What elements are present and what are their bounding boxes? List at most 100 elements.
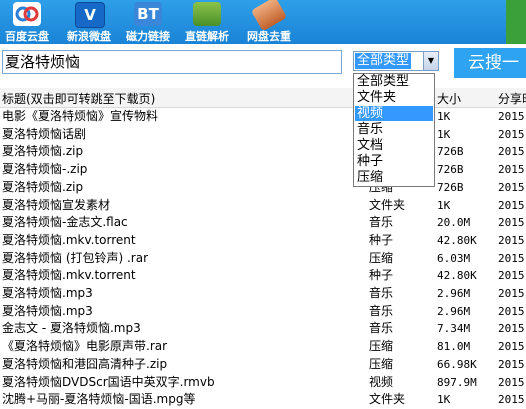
cell-type: 压缩 [369, 356, 394, 371]
toolbar-label: 网盘去重 [247, 30, 291, 43]
cell-size: 1K [437, 127, 451, 141]
bt-magnet-icon: BT [134, 2, 162, 26]
cell-title: 夏洛特烦恼.mkv.torrent [2, 268, 136, 283]
cell-type: 压缩 [369, 339, 394, 354]
toolbar-label: 百度云盘 [5, 30, 49, 43]
cell-date: 2015- [498, 375, 526, 389]
corner-leaf-icon [506, 0, 526, 44]
toolbar-label: 磁力链接 [126, 30, 170, 43]
table-row[interactable]: 夏洛特烦恼.zip压缩726B2015- [0, 143, 526, 161]
cell-size: 66.98K [437, 357, 477, 371]
table-header: 标题(双击即可转跳至下载页) 类型 大小 分享时间 [0, 88, 526, 108]
cell-date: 2015- [498, 304, 526, 318]
cell-type: 文件夹 [369, 197, 406, 212]
table-row[interactable]: 电影《夏洛特烦恼》宣传物料文件夹1K2015- [0, 108, 526, 126]
toolbar-direct-link[interactable]: 直链解析 [180, 0, 234, 44]
cell-type: 音乐 [369, 321, 394, 336]
cell-title: 夏洛特烦恼和港囧高清种子.zip [2, 356, 168, 371]
cell-title: 夏洛特烦恼-.zip [2, 162, 88, 177]
table-row[interactable]: 夏洛特烦恼宣发素材 文件夹 1K 2015- [0, 197, 526, 215]
table-row[interactable]: 夏洛特烦恼DVDScr国语中英双字.rmvb 视频 897.9M 2015- [0, 374, 526, 392]
cell-size: 1K [437, 393, 451, 407]
baidu-cloud-icon [13, 2, 41, 26]
toolbar-baidu-cloud[interactable]: 百度云盘 [0, 0, 54, 44]
cell-title: 夏洛特烦恼DVDScr国语中英双字.rmvb [2, 374, 215, 389]
toolbar-dedupe[interactable]: 网盘去重 [239, 0, 299, 44]
sina-vdisk-icon: V [75, 2, 105, 28]
cell-date: 2015- [498, 198, 526, 212]
table-row[interactable]: 夏洛特烦恼.zip压缩726B2015- [0, 179, 526, 197]
cell-title: 夏洛特烦恼 (打包铃声) .rar [2, 250, 149, 265]
toolbar-magnet[interactable]: BT 磁力链接 [121, 0, 175, 44]
column-header-size[interactable]: 大小 [437, 90, 461, 107]
cell-type: 种子 [369, 268, 394, 283]
column-header-date[interactable]: 分享时间 [498, 90, 526, 107]
cell-type: 音乐 [369, 303, 394, 318]
column-header-title[interactable]: 标题(双击即可转跳至下载页) [2, 90, 155, 107]
table-row[interactable]: 夏洛特烦恼和港囧高清种子.zip 压缩 66.98K 2015- [0, 356, 526, 374]
dropdown-option[interactable]: 音乐 [355, 122, 433, 137]
table-row[interactable]: 夏洛特烦恼话剧文件夹1K2015- [0, 126, 526, 144]
table-row[interactable]: 《夏洛特烦恼》电影原声带.rar 压缩 81.0M 2015- [0, 338, 526, 356]
cell-size: 20.0M [437, 216, 471, 230]
table-row[interactable]: 夏洛特烦恼.mkv.torrent 种子 42.80K 2015- [0, 267, 526, 285]
dropdown-option[interactable]: 全部类型 [355, 74, 433, 89]
cell-title: 夏洛特烦恼-金志文.flac [2, 215, 128, 230]
dedupe-icon [250, 0, 288, 32]
cell-date: 2015- [498, 110, 526, 123]
search-bar: 夏洛特烦恼 全部类型 ▼ 云搜一下 [0, 44, 526, 103]
table-row[interactable]: 金志文 - 夏洛特烦恼.mp3 音乐 7.34M 2015- [0, 320, 526, 338]
cell-title: 夏洛特烦恼.mkv.torrent [2, 232, 136, 247]
dropdown-option-highlighted[interactable]: 视频 [355, 106, 433, 121]
cell-title: 夏洛特烦恼.zip [2, 144, 84, 159]
cell-size: 1K [437, 198, 451, 212]
cell-date: 2015- [498, 163, 526, 177]
chevron-down-icon[interactable]: ▼ [423, 52, 438, 70]
cell-title: 电影《夏洛特烦恼》宣传物料 [2, 109, 159, 123]
table-row[interactable]: 夏洛特烦恼 (打包铃声) .rar 压缩 6.03M 2015- [0, 250, 526, 268]
toolbar-label: 直链解析 [185, 30, 229, 43]
cell-title: 夏洛特烦恼.mp3 [2, 286, 93, 300]
cell-size: 81.0M [437, 340, 471, 354]
dropdown-option[interactable]: 文件夹 [355, 90, 433, 105]
cell-size: 726B [437, 163, 464, 177]
dropdown-option[interactable]: 文档 [355, 138, 433, 153]
category-selected-value: 全部类型 [355, 53, 412, 69]
cell-date: 2015- [498, 393, 526, 407]
cell-type: 种子 [369, 232, 394, 247]
cell-title: 夏洛特烦恼.zip [2, 179, 84, 194]
cell-title: 沈腾+马丽-夏洛特烦恼-国语.mpg等 [2, 392, 196, 407]
cell-size: 42.80K [437, 233, 477, 247]
cell-type: 音乐 [369, 286, 394, 300]
search-button[interactable]: 云搜一下 [454, 48, 526, 103]
cell-size: 2.96M [437, 287, 471, 300]
toolbar-label: 新浪微盘 [67, 30, 111, 43]
toolbar-sina-vdisk[interactable]: V 新浪微盘 [62, 0, 116, 44]
category-select[interactable]: 全部类型 ▼ [353, 51, 439, 71]
cell-date: 2015- [498, 340, 526, 354]
direct-link-icon [193, 2, 221, 26]
table-row[interactable]: 沈腾+马丽-夏洛特烦恼-国语.mpg等 文件夹 1K 2015- [0, 391, 526, 409]
cell-size: 6.03M [437, 251, 471, 265]
cell-title: 《夏洛特烦恼》电影原声带.rar [2, 339, 168, 354]
cell-type: 视频 [369, 374, 394, 389]
results-table: 标题(双击即可转跳至下载页) 类型 大小 分享时间 电影《夏洛特烦恼》宣传物料文… [0, 88, 526, 406]
dropdown-option[interactable]: 压缩 [355, 170, 433, 185]
cell-size: 42.80K [437, 269, 477, 283]
table-row[interactable]: 夏洛特烦恼.mp3 音乐 2.96M 2015- [0, 285, 526, 303]
cell-date: 2015- [498, 287, 526, 300]
cell-size: 1K [437, 110, 451, 123]
cell-size: 897.9M [437, 375, 477, 389]
table-row[interactable]: 夏洛特烦恼-金志文.flac 音乐 20.0M 2015- [0, 214, 526, 232]
cell-size: 2.96M [437, 304, 471, 318]
cell-date: 2015- [498, 251, 526, 265]
search-input[interactable]: 夏洛特烦恼 [2, 50, 342, 74]
table-row[interactable]: 夏洛特烦恼-.zip压缩726B2015- [0, 161, 526, 179]
cell-type: 压缩 [369, 250, 394, 265]
dropdown-option[interactable]: 种子 [355, 154, 433, 169]
cell-date: 2015- [498, 269, 526, 283]
table-row[interactable]: 夏洛特烦恼.mkv.torrent 种子 42.80K 2015- [0, 232, 526, 250]
category-dropdown: 全部类型 文件夹 视频 音乐 文档 种子 压缩 [353, 73, 435, 187]
cell-size: 726B [437, 145, 464, 159]
table-row[interactable]: 夏洛特烦恼.mp3 音乐 2.96M 2015- [0, 303, 526, 321]
